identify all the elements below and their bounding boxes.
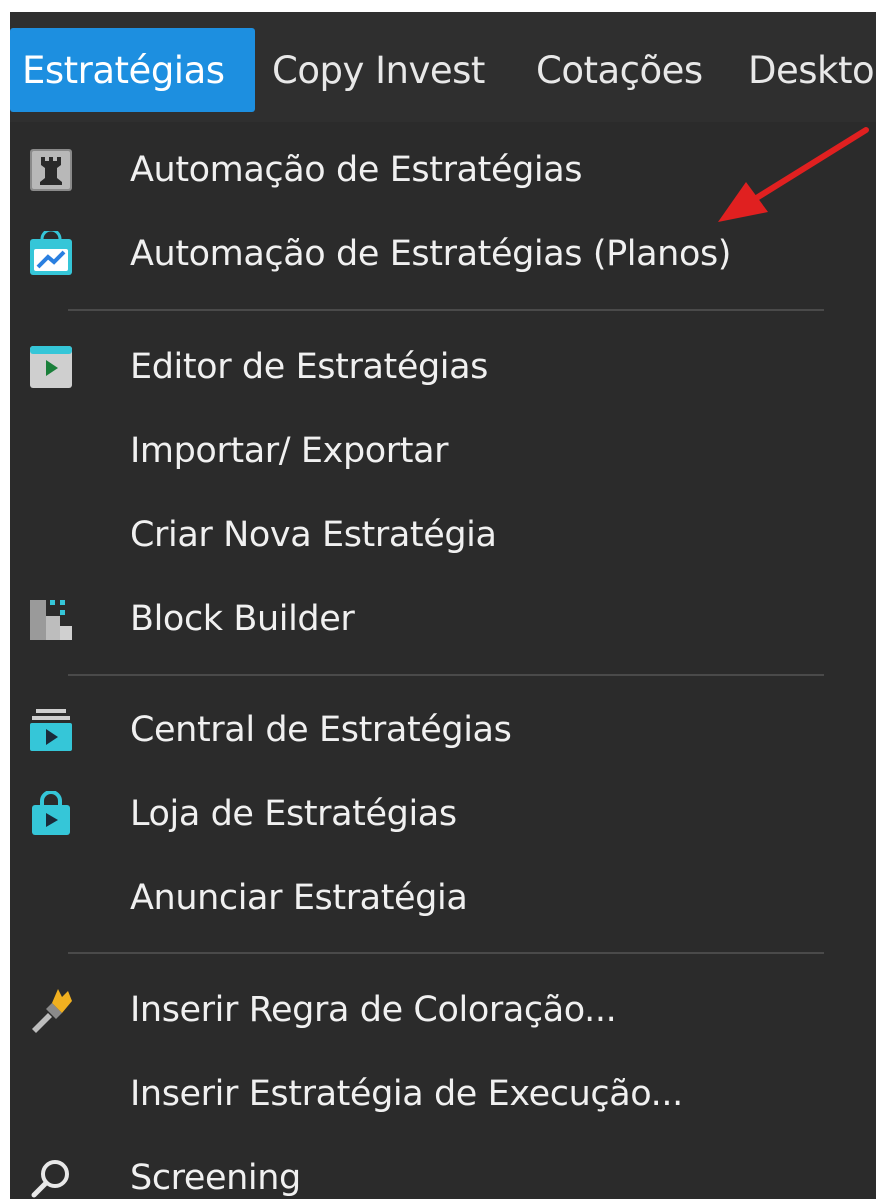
menu-separator (68, 309, 824, 311)
menu-item-importar-exportar[interactable]: Importar/ Exportar (10, 409, 876, 493)
menu-item-criar-nova-estrategia[interactable]: Criar Nova Estratégia (10, 493, 876, 577)
menu-desktop[interactable]: Deskto (748, 28, 876, 112)
blocks-icon (30, 600, 72, 640)
menu-bar: Estratégias Copy Invest Cotações Deskto (10, 12, 876, 122)
play-box-icon (30, 346, 72, 388)
menu-item-block-builder[interactable]: Block Builder (10, 577, 876, 661)
menu-separator (68, 952, 824, 954)
rook-icon (30, 149, 72, 191)
menu-item-label: Importar/ Exportar (130, 431, 449, 471)
menu-item-label: Criar Nova Estratégia (130, 515, 497, 555)
shopping-bag-play-icon (32, 791, 70, 835)
menu-cotacoes[interactable]: Cotações (536, 28, 736, 112)
menu-item-label: Block Builder (130, 599, 355, 639)
menu-copy-invest[interactable]: Copy Invest (272, 28, 522, 112)
menu-item-inserir-regra-coloracao[interactable]: Inserir Regra de Coloração... (10, 968, 876, 1052)
menu-item-editor-estrategias[interactable]: Editor de Estratégias (10, 325, 876, 409)
search-icon (31, 1160, 69, 1198)
menu-item-label: Editor de Estratégias (130, 347, 488, 387)
menu-item-label: Central de Estratégias (130, 710, 512, 750)
menu-item-label: Inserir Regra de Coloração... (130, 990, 617, 1030)
menu-item-label: Loja de Estratégias (130, 794, 457, 834)
paintbrush-icon (32, 989, 72, 1033)
menu-item-loja-estrategias[interactable]: Loja de Estratégias (10, 772, 876, 856)
store-bag-icon (30, 231, 72, 275)
app-window: Estratégias Copy Invest Cotações Deskto … (10, 12, 876, 1199)
menu-item-central-estrategias[interactable]: Central de Estratégias (10, 688, 876, 772)
menu-item-label: Automação de Estratégias (Planos) (130, 234, 732, 274)
menu-item-anunciar-estrategia[interactable]: Anunciar Estratégia (10, 856, 876, 940)
menu-item-label: Inserir Estratégia de Execução... (130, 1074, 683, 1114)
menu-estrategias[interactable]: Estratégias (10, 28, 255, 112)
menu-item-inserir-estrategia-execucao[interactable]: Inserir Estratégia de Execução... (10, 1052, 876, 1136)
menu-separator (68, 674, 824, 676)
estrategias-dropdown-menu: Automação de Estratégias Automação de Es… (10, 122, 876, 1199)
menu-item-label: Automação de Estratégias (130, 150, 583, 190)
annotation-arrow-icon (718, 127, 869, 222)
menu-item-label: Anunciar Estratégia (130, 878, 468, 918)
stacked-play-icon (30, 709, 72, 751)
menu-item-screening[interactable]: Screening (10, 1136, 876, 1199)
menu-item-label: Screening (130, 1158, 301, 1198)
